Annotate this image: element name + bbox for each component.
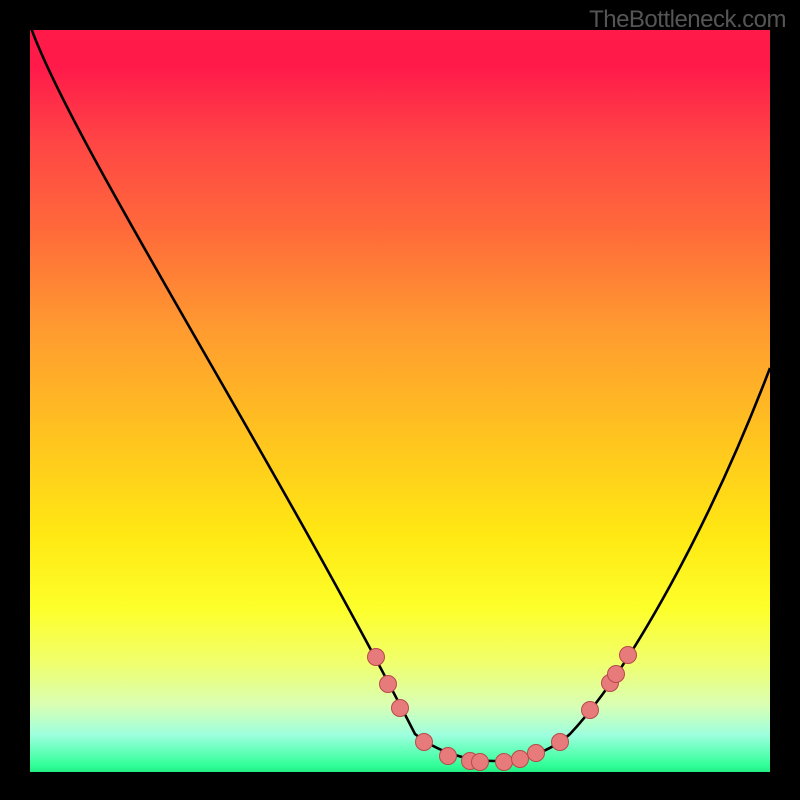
data-point <box>462 753 479 770</box>
data-point <box>392 700 409 717</box>
data-point <box>582 702 599 719</box>
data-points-group <box>368 647 637 771</box>
bottleneck-curve <box>30 30 770 761</box>
data-point <box>602 675 619 692</box>
data-point <box>416 734 433 751</box>
data-point <box>496 754 513 771</box>
data-point <box>440 748 457 765</box>
data-point <box>552 734 569 751</box>
data-point <box>608 666 625 683</box>
data-point <box>472 754 489 771</box>
data-point <box>512 751 529 768</box>
chart-plot-area <box>30 30 770 772</box>
chart-svg <box>30 30 770 772</box>
data-point <box>368 649 385 666</box>
data-point <box>528 745 545 762</box>
data-point <box>620 647 637 664</box>
data-point <box>380 676 397 693</box>
watermark-label: TheBottleneck.com <box>589 6 786 34</box>
